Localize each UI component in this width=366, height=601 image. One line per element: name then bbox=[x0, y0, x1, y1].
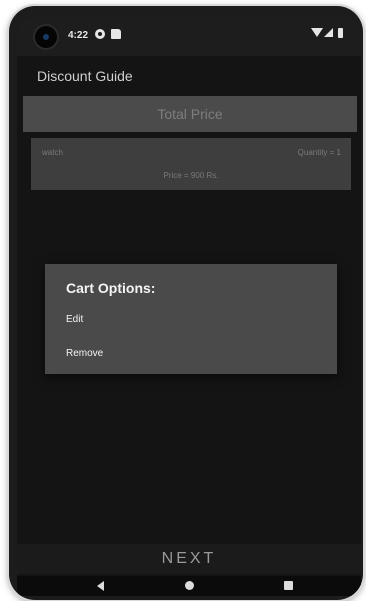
recents-icon[interactable] bbox=[284, 581, 293, 590]
app-title: Discount Guide bbox=[37, 68, 133, 84]
total-price-bar: Total Price bbox=[23, 96, 357, 132]
next-button[interactable]: NEXT bbox=[17, 544, 361, 574]
cart-item-quantity: Quantity = 1 bbox=[297, 148, 341, 157]
navigation-bar bbox=[17, 576, 361, 596]
phone-frame: 4:22 Discount Guide Total Price watch Qu… bbox=[9, 6, 363, 600]
home-icon[interactable] bbox=[185, 581, 194, 590]
sd-card-icon bbox=[111, 29, 121, 39]
front-camera bbox=[35, 26, 57, 48]
screen: 4:22 Discount Guide Total Price watch Qu… bbox=[17, 16, 361, 596]
status-bar: 4:22 bbox=[17, 16, 361, 56]
wifi-icon bbox=[311, 28, 323, 37]
battery-icon bbox=[338, 28, 343, 38]
status-time: 4:22 bbox=[68, 30, 89, 41]
remove-option[interactable]: Remove bbox=[66, 348, 103, 359]
dialog-title: Cart Options: bbox=[66, 280, 156, 296]
gear-icon bbox=[95, 29, 105, 39]
edit-option[interactable]: Edit bbox=[66, 314, 83, 325]
cart-item[interactable]: watch Quantity = 1 Price = 900 Rs. bbox=[31, 138, 351, 190]
cart-item-name: watch bbox=[42, 148, 63, 157]
cart-options-dialog: Cart Options: Edit Remove bbox=[45, 264, 337, 374]
back-icon[interactable] bbox=[97, 581, 104, 591]
cart-item-price: Price = 900 Rs. bbox=[163, 171, 219, 180]
signal-icon bbox=[324, 28, 333, 37]
